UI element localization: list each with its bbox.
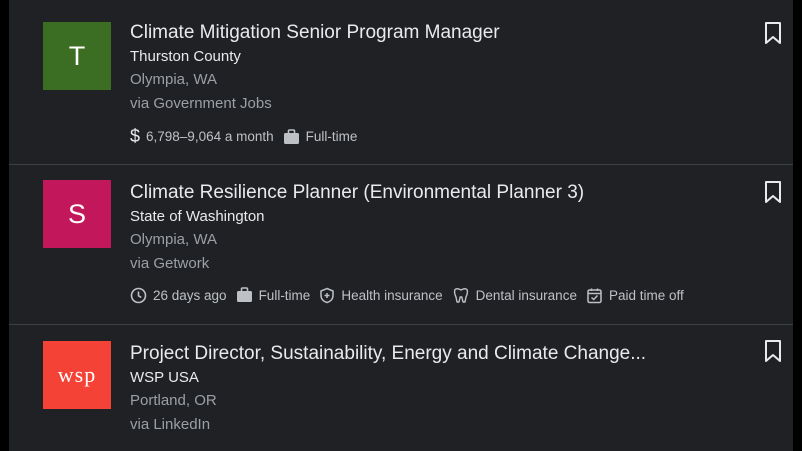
job-type-item: Full-time	[283, 128, 358, 145]
job-source: via Getwork	[130, 255, 210, 272]
bookmark-icon[interactable]	[761, 338, 785, 364]
clock-icon	[130, 287, 147, 303]
job-source: via LinkedIn	[130, 416, 211, 433]
logo-letter: S	[67, 198, 86, 229]
dental-insurance-item: Dental insurance	[452, 286, 577, 304]
company-name: Thurston County	[130, 48, 241, 65]
salary-item: $ 6,798–9,064 a month	[130, 126, 274, 147]
logo-letter: wsp	[57, 362, 97, 387]
bookmark-icon[interactable]	[761, 20, 785, 46]
logo-letter: T	[68, 40, 86, 71]
briefcase-icon	[283, 128, 299, 144]
health-shield-icon	[320, 287, 335, 303]
company-logo: T	[43, 22, 111, 90]
job-location: Portland, OR	[130, 392, 217, 409]
health-insurance-text: Health insurance	[341, 287, 443, 303]
job-source: via Government Jobs	[130, 95, 272, 112]
company-logo: S	[43, 180, 111, 248]
job-info: Project Director, Sustainability, Energy…	[130, 342, 646, 437]
job-location: Olympia, WA	[130, 71, 217, 88]
company-logo: wsp	[43, 341, 111, 409]
job-title[interactable]: Project Director, Sustainability, Energy…	[130, 342, 646, 366]
posted-text: 26 days ago	[153, 287, 227, 303]
posted-item: 26 days ago	[130, 287, 227, 304]
calendar-check-icon	[587, 288, 602, 303]
job-info: Climate Mitigation Senior Program Manage…	[130, 21, 500, 147]
job-meta: $ 6,798–9,064 a month Full-time	[130, 126, 500, 147]
health-insurance-item: Health insurance	[319, 287, 443, 304]
company-name: WSP USA	[130, 369, 199, 386]
job-results-panel: T Climate Mitigation Senior Program Mana…	[9, 0, 793, 451]
job-type-text: Full-time	[258, 287, 311, 303]
job-type-item: Full-time	[236, 287, 311, 303]
job-title[interactable]: Climate Mitigation Senior Program Manage…	[130, 21, 500, 45]
tooth-icon	[453, 288, 468, 303]
bookmark-icon[interactable]	[761, 179, 785, 205]
job-meta: 26 days ago Full-time Health insurance D…	[130, 286, 693, 304]
paid-time-off-item: Paid time off	[586, 287, 684, 304]
job-location: Olympia, WA	[130, 231, 217, 248]
dental-insurance-text: Dental insurance	[475, 287, 577, 303]
job-listing[interactable]: wsp Project Director, Sustainability, En…	[9, 325, 793, 451]
job-title[interactable]: Climate Resilience Planner (Environmenta…	[130, 181, 693, 205]
company-name: State of Washington	[130, 208, 265, 225]
job-info: Climate Resilience Planner (Environmenta…	[130, 181, 693, 304]
dollar-icon: $	[130, 126, 141, 146]
job-listing[interactable]: S Climate Resilience Planner (Environmen…	[9, 165, 793, 325]
briefcase-icon	[236, 287, 252, 302]
job-type-text: Full-time	[305, 129, 358, 144]
job-listing[interactable]: T Climate Mitigation Senior Program Mana…	[9, 0, 793, 165]
paid-time-off-text: Paid time off	[608, 287, 684, 303]
salary-text: 6,798–9,064 a month	[146, 129, 274, 144]
